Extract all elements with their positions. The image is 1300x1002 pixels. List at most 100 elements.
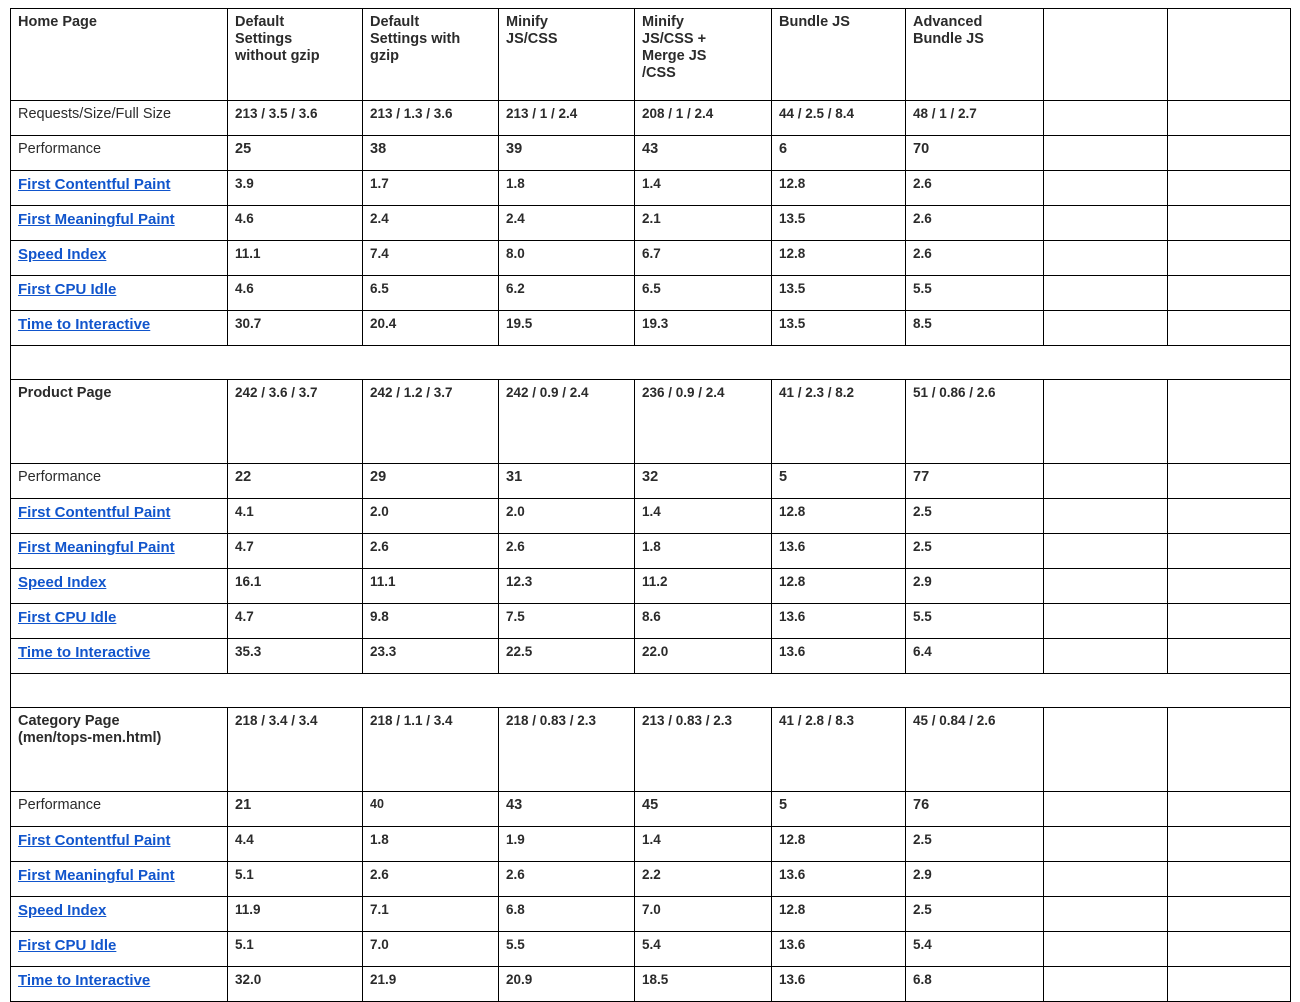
performance-value-category-page-6 xyxy=(1043,791,1168,827)
column-header-line: Minify xyxy=(642,14,684,30)
metric-value-category-page-0-1: 1.8 xyxy=(362,826,499,862)
metric-value-category-page-4-6 xyxy=(1043,966,1168,1002)
metric-value-home-page-4-2: 19.5 xyxy=(498,310,635,346)
column-header-5: Bundle JS xyxy=(771,8,906,101)
metric-value-product-page-2-6 xyxy=(1043,568,1168,604)
performance-value-home-page-6 xyxy=(1043,135,1168,171)
metric-link-first-contentful-paint[interactable]: First Contentful Paint xyxy=(18,832,171,849)
metric-label-cell: First CPU Idle xyxy=(10,275,228,311)
column-header-8-empty xyxy=(1167,8,1291,101)
metric-value-category-page-4-2: 20.9 xyxy=(498,966,635,1002)
metric-value-home-page-1-2: 2.4 xyxy=(498,205,635,241)
metric-value-category-page-1-3: 2.2 xyxy=(634,861,772,897)
metric-value-product-page-4-2: 22.5 xyxy=(498,638,635,674)
performance-value-home-page-4: 6 xyxy=(771,135,906,171)
metric-row: Time to Interactive 32.0 21.9 20.9 18.5 13.6 6… xyxy=(10,966,1291,1002)
metric-value-category-page-2-3: 7.0 xyxy=(634,896,772,932)
performance-value-home-page-5: 70 xyxy=(905,135,1044,171)
performance-row-product-page: Performance 22 29 31 32 5 77 xyxy=(10,463,1291,499)
metric-value-home-page-3-1: 6.5 xyxy=(362,275,499,311)
requests-size-value-product-page-6 xyxy=(1043,379,1168,464)
column-header-line: Bundle JS xyxy=(913,31,984,48)
metric-link-first-contentful-paint[interactable]: First Contentful Paint xyxy=(18,504,171,521)
metric-label-cell: Time to Interactive xyxy=(10,966,228,1002)
metric-value-home-page-3-6 xyxy=(1043,275,1168,311)
metric-link-first-cpu-idle[interactable]: First CPU Idle xyxy=(18,281,116,298)
section-header-row-category-page: Category Page (men/tops-men.html) 218 / 3.… xyxy=(10,707,1291,792)
section-header-row-product-page: Product Page 242 / 3.6 / 3.7 242 / 1.2 / 3… xyxy=(10,379,1291,464)
metric-value-product-page-1-4: 13.6 xyxy=(771,533,906,569)
metric-link-time-to-interactive[interactable]: Time to Interactive xyxy=(18,644,150,661)
metric-value-product-page-3-2: 7.5 xyxy=(498,603,635,639)
performance-value-category-page-2: 43 xyxy=(498,791,635,827)
metric-value-category-page-3-3: 5.4 xyxy=(634,931,772,967)
performance-value-product-page-7 xyxy=(1167,463,1291,499)
requests-size-value-product-page-1: 242 / 1.2 / 3.7 xyxy=(362,379,499,464)
requests-size-value-home-page-4: 44 / 2.5 / 8.4 xyxy=(771,100,906,136)
metric-value-product-page-2-5: 2.9 xyxy=(905,568,1044,604)
metric-link-first-cpu-idle[interactable]: First CPU Idle xyxy=(18,937,116,954)
metric-value-category-page-2-6 xyxy=(1043,896,1168,932)
column-header-line: Default xyxy=(370,14,420,30)
requests-size-value-home-page-0: 213 / 3.5 / 3.6 xyxy=(227,100,363,136)
metric-value-product-page-4-7 xyxy=(1167,638,1291,674)
metric-value-product-page-4-1: 23.3 xyxy=(362,638,499,674)
performance-value-home-page-2: 39 xyxy=(498,135,635,171)
metric-link-time-to-interactive[interactable]: Time to Interactive xyxy=(18,316,150,333)
metric-row: First Contentful Paint 3.9 1.7 1.8 1.4 12.8 2.… xyxy=(10,170,1291,206)
section-spacer-cell xyxy=(10,673,1291,708)
metric-value-category-page-1-4: 13.6 xyxy=(771,861,906,897)
metric-value-category-page-0-5: 2.5 xyxy=(905,826,1044,862)
requests-size-value-category-page-5: 45 / 0.84 / 2.6 xyxy=(905,707,1044,792)
metric-value-product-page-4-6 xyxy=(1043,638,1168,674)
column-header-line: Default xyxy=(235,14,285,30)
metric-value-home-page-2-1: 7.4 xyxy=(362,240,499,276)
metric-value-product-page-2-4: 12.8 xyxy=(771,568,906,604)
metric-link-first-meaningful-paint[interactable]: First Meaningful Paint xyxy=(18,211,175,228)
metric-value-home-page-0-7 xyxy=(1167,170,1291,206)
metric-value-product-page-1-0: 4.7 xyxy=(227,533,363,569)
metric-link-time-to-interactive[interactable]: Time to Interactive xyxy=(18,972,150,989)
metric-link-first-meaningful-paint[interactable]: First Meaningful Paint xyxy=(18,539,175,556)
column-header-7-empty xyxy=(1043,8,1168,101)
performance-value-home-page-3: 43 xyxy=(634,135,772,171)
metric-value-product-page-0-6 xyxy=(1043,498,1168,534)
performance-label-product-page: Performance xyxy=(10,463,228,499)
metric-link-first-cpu-idle[interactable]: First CPU Idle xyxy=(18,609,116,626)
metric-value-home-page-4-1: 20.4 xyxy=(362,310,499,346)
metric-link-first-contentful-paint[interactable]: First Contentful Paint xyxy=(18,176,171,193)
metric-value-home-page-0-5: 2.6 xyxy=(905,170,1044,206)
metric-label-cell: Speed Index xyxy=(10,240,228,276)
performance-value-product-page-6 xyxy=(1043,463,1168,499)
requests-size-value-category-page-3: 213 / 0.83 / 2.3 xyxy=(634,707,772,792)
performance-comparison-table: Home Page Default Settings without gzip Defa… xyxy=(10,8,1291,1002)
column-header-line: Advanced xyxy=(913,14,983,30)
column-header-4: Minify JS/CSS + Merge JS/CSS xyxy=(634,8,772,101)
performance-row-home-page: Performance 25 38 39 43 6 70 xyxy=(10,135,1291,171)
metric-label-cell: First CPU Idle xyxy=(10,931,228,967)
metric-value-category-page-3-5: 5.4 xyxy=(905,931,1044,967)
metric-value-product-page-2-3: 11.2 xyxy=(634,568,772,604)
performance-value-product-page-3: 32 xyxy=(634,463,772,499)
metric-value-home-page-1-1: 2.4 xyxy=(362,205,499,241)
performance-value-category-page-5: 76 xyxy=(905,791,1044,827)
column-header-1: Default Settings without gzip xyxy=(227,8,363,101)
metric-value-home-page-2-6 xyxy=(1043,240,1168,276)
metric-link-speed-index[interactable]: Speed Index xyxy=(18,246,106,263)
metric-value-category-page-4-5: 6.8 xyxy=(905,966,1044,1002)
metric-link-first-meaningful-paint[interactable]: First Meaningful Paint xyxy=(18,867,175,884)
performance-value-product-page-0: 22 xyxy=(227,463,363,499)
metric-label-cell: First Meaningful Paint xyxy=(10,861,228,897)
metric-value-category-page-0-4: 12.8 xyxy=(771,826,906,862)
metric-row: Time to Interactive 35.3 23.3 22.5 22.0 13.6 6… xyxy=(10,638,1291,674)
metric-link-speed-index[interactable]: Speed Index xyxy=(18,902,106,919)
column-header-line: JS/CSS + xyxy=(642,31,707,48)
column-header-line: Merge JS xyxy=(642,48,707,65)
metric-link-speed-index[interactable]: Speed Index xyxy=(18,574,106,591)
metric-value-category-page-2-7 xyxy=(1167,896,1291,932)
requests-size-value-product-page-4: 41 / 2.3 / 8.2 xyxy=(771,379,906,464)
metric-value-category-page-4-3: 18.5 xyxy=(634,966,772,1002)
metric-value-home-page-3-2: 6.2 xyxy=(498,275,635,311)
column-header-6: Advanced Bundle JS xyxy=(905,8,1044,101)
metric-value-home-page-3-3: 6.5 xyxy=(634,275,772,311)
